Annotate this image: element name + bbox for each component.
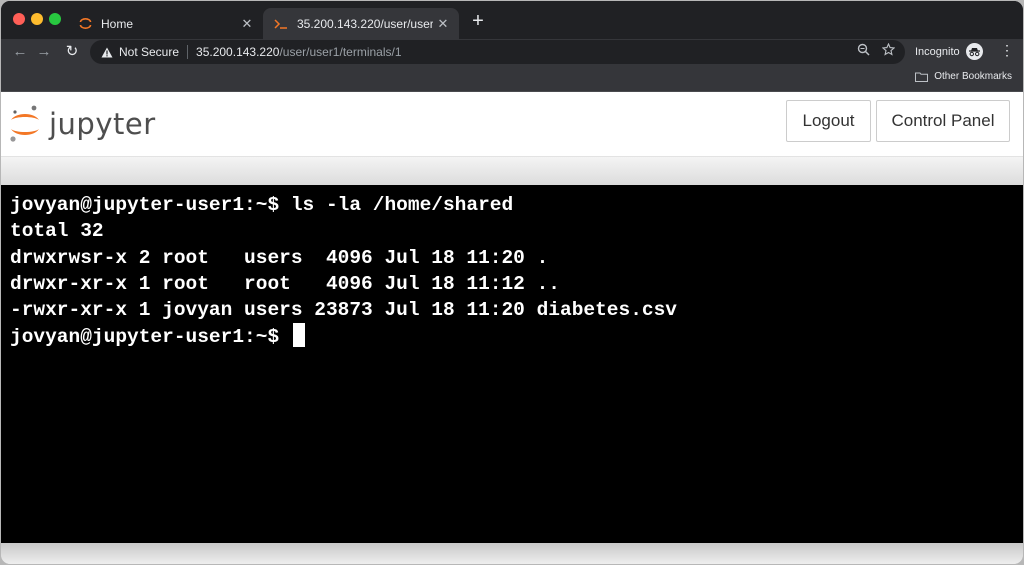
control-panel-button[interactable]: Control Panel — [876, 100, 1010, 142]
browser-window: Home ✕ 35.200.143.220/user/user1/termina… — [1, 1, 1023, 564]
logout-button[interactable]: Logout — [786, 100, 871, 142]
tab-strip: Home ✕ 35.200.143.220/user/user1/termina… — [1, 1, 1023, 39]
incognito-indicator[interactable]: Incognito — [915, 43, 983, 60]
terminal-cursor — [292, 323, 305, 348]
jupyter-favicon-icon — [77, 16, 93, 32]
warning-icon[interactable] — [100, 45, 114, 59]
tab-home[interactable]: Home ✕ — [67, 8, 263, 39]
url-path: /user/user1/terminals/1 — [279, 45, 402, 59]
jupyter-wordmark: jupyter — [49, 107, 156, 141]
incognito-label: Incognito — [915, 45, 960, 58]
more-menu-icon[interactable]: ⋮ — [999, 42, 1015, 59]
terminal-line: total 32 — [10, 220, 104, 243]
address-bar[interactable]: Not Secure 35.200.143.220/user/user1/ter… — [90, 40, 905, 64]
reload-button[interactable]: ↻ — [61, 41, 83, 63]
bookmark-folder-other[interactable]: Other Bookmarks — [915, 71, 1012, 82]
jupyter-header: jupyter Logout Control Panel — [1, 92, 1023, 157]
back-button[interactable]: ← — [9, 41, 31, 63]
terminal-prompt-line[interactable]: jovyan@jupyter-user1:~$ — [10, 323, 1023, 349]
new-tab-button[interactable]: + — [467, 10, 489, 32]
terminal-line: drwxr-xr-x 1 root root 4096 Jul 18 11:12… — [10, 272, 560, 295]
minimize-window-button[interactable] — [31, 13, 43, 25]
jupyter-logo[interactable]: jupyter — [9, 102, 156, 146]
tab-title: Home — [101, 16, 134, 31]
forward-button[interactable]: → — [33, 41, 55, 63]
maximize-window-button[interactable] — [49, 13, 61, 25]
jupyter-logo-icon — [10, 105, 39, 142]
zoom-icon[interactable] — [857, 43, 870, 59]
tab-close-icon[interactable]: ✕ — [433, 16, 453, 32]
terminal-line: drwxrwsr-x 2 root users 4096 Jul 18 11:2… — [10, 246, 549, 269]
terminal-line: jovyan@jupyter-user1:~$ ls -la /home/sha… — [10, 194, 514, 216]
incognito-icon — [965, 43, 983, 60]
header-spacer — [1, 157, 1023, 185]
folder-icon — [915, 72, 929, 82]
terminal-prompt: jovyan@jupyter-user1:~$ — [10, 326, 291, 349]
terminal[interactable]: jovyan@jupyter-user1:~$ ls -la /home/sha… — [1, 185, 1023, 543]
omnibox-actions — [857, 42, 896, 59]
terminal-favicon-icon — [273, 16, 289, 32]
page-content: jupyter Logout Control Panel jovyan@jupy… — [1, 92, 1023, 564]
terminal-line: -rwxr-xr-x 1 jovyan users 23873 Jul 18 1… — [10, 299, 678, 322]
bookmark-star-icon[interactable] — [881, 42, 896, 59]
security-label[interactable]: Not Secure — [119, 45, 179, 59]
browser-toolbar: ← → ↻ Not Secure 35.200.143.220/user/use… — [1, 39, 1023, 65]
bookmark-folder-label: Other Bookmarks — [934, 71, 1012, 82]
bookmarks-bar: Other Bookmarks — [1, 65, 1023, 92]
tab-terminal[interactable]: 35.200.143.220/user/user1/terminals/1 ✕ — [263, 8, 459, 39]
tab-title: 35.200.143.220/user/user1/terminals/1 — [297, 16, 433, 31]
tab-close-icon[interactable]: ✕ — [237, 16, 257, 32]
url-host: 35.200.143.220 — [196, 45, 280, 59]
footer-spacer — [1, 543, 1023, 564]
close-window-button[interactable] — [13, 13, 25, 25]
omnibox-divider — [187, 45, 189, 59]
